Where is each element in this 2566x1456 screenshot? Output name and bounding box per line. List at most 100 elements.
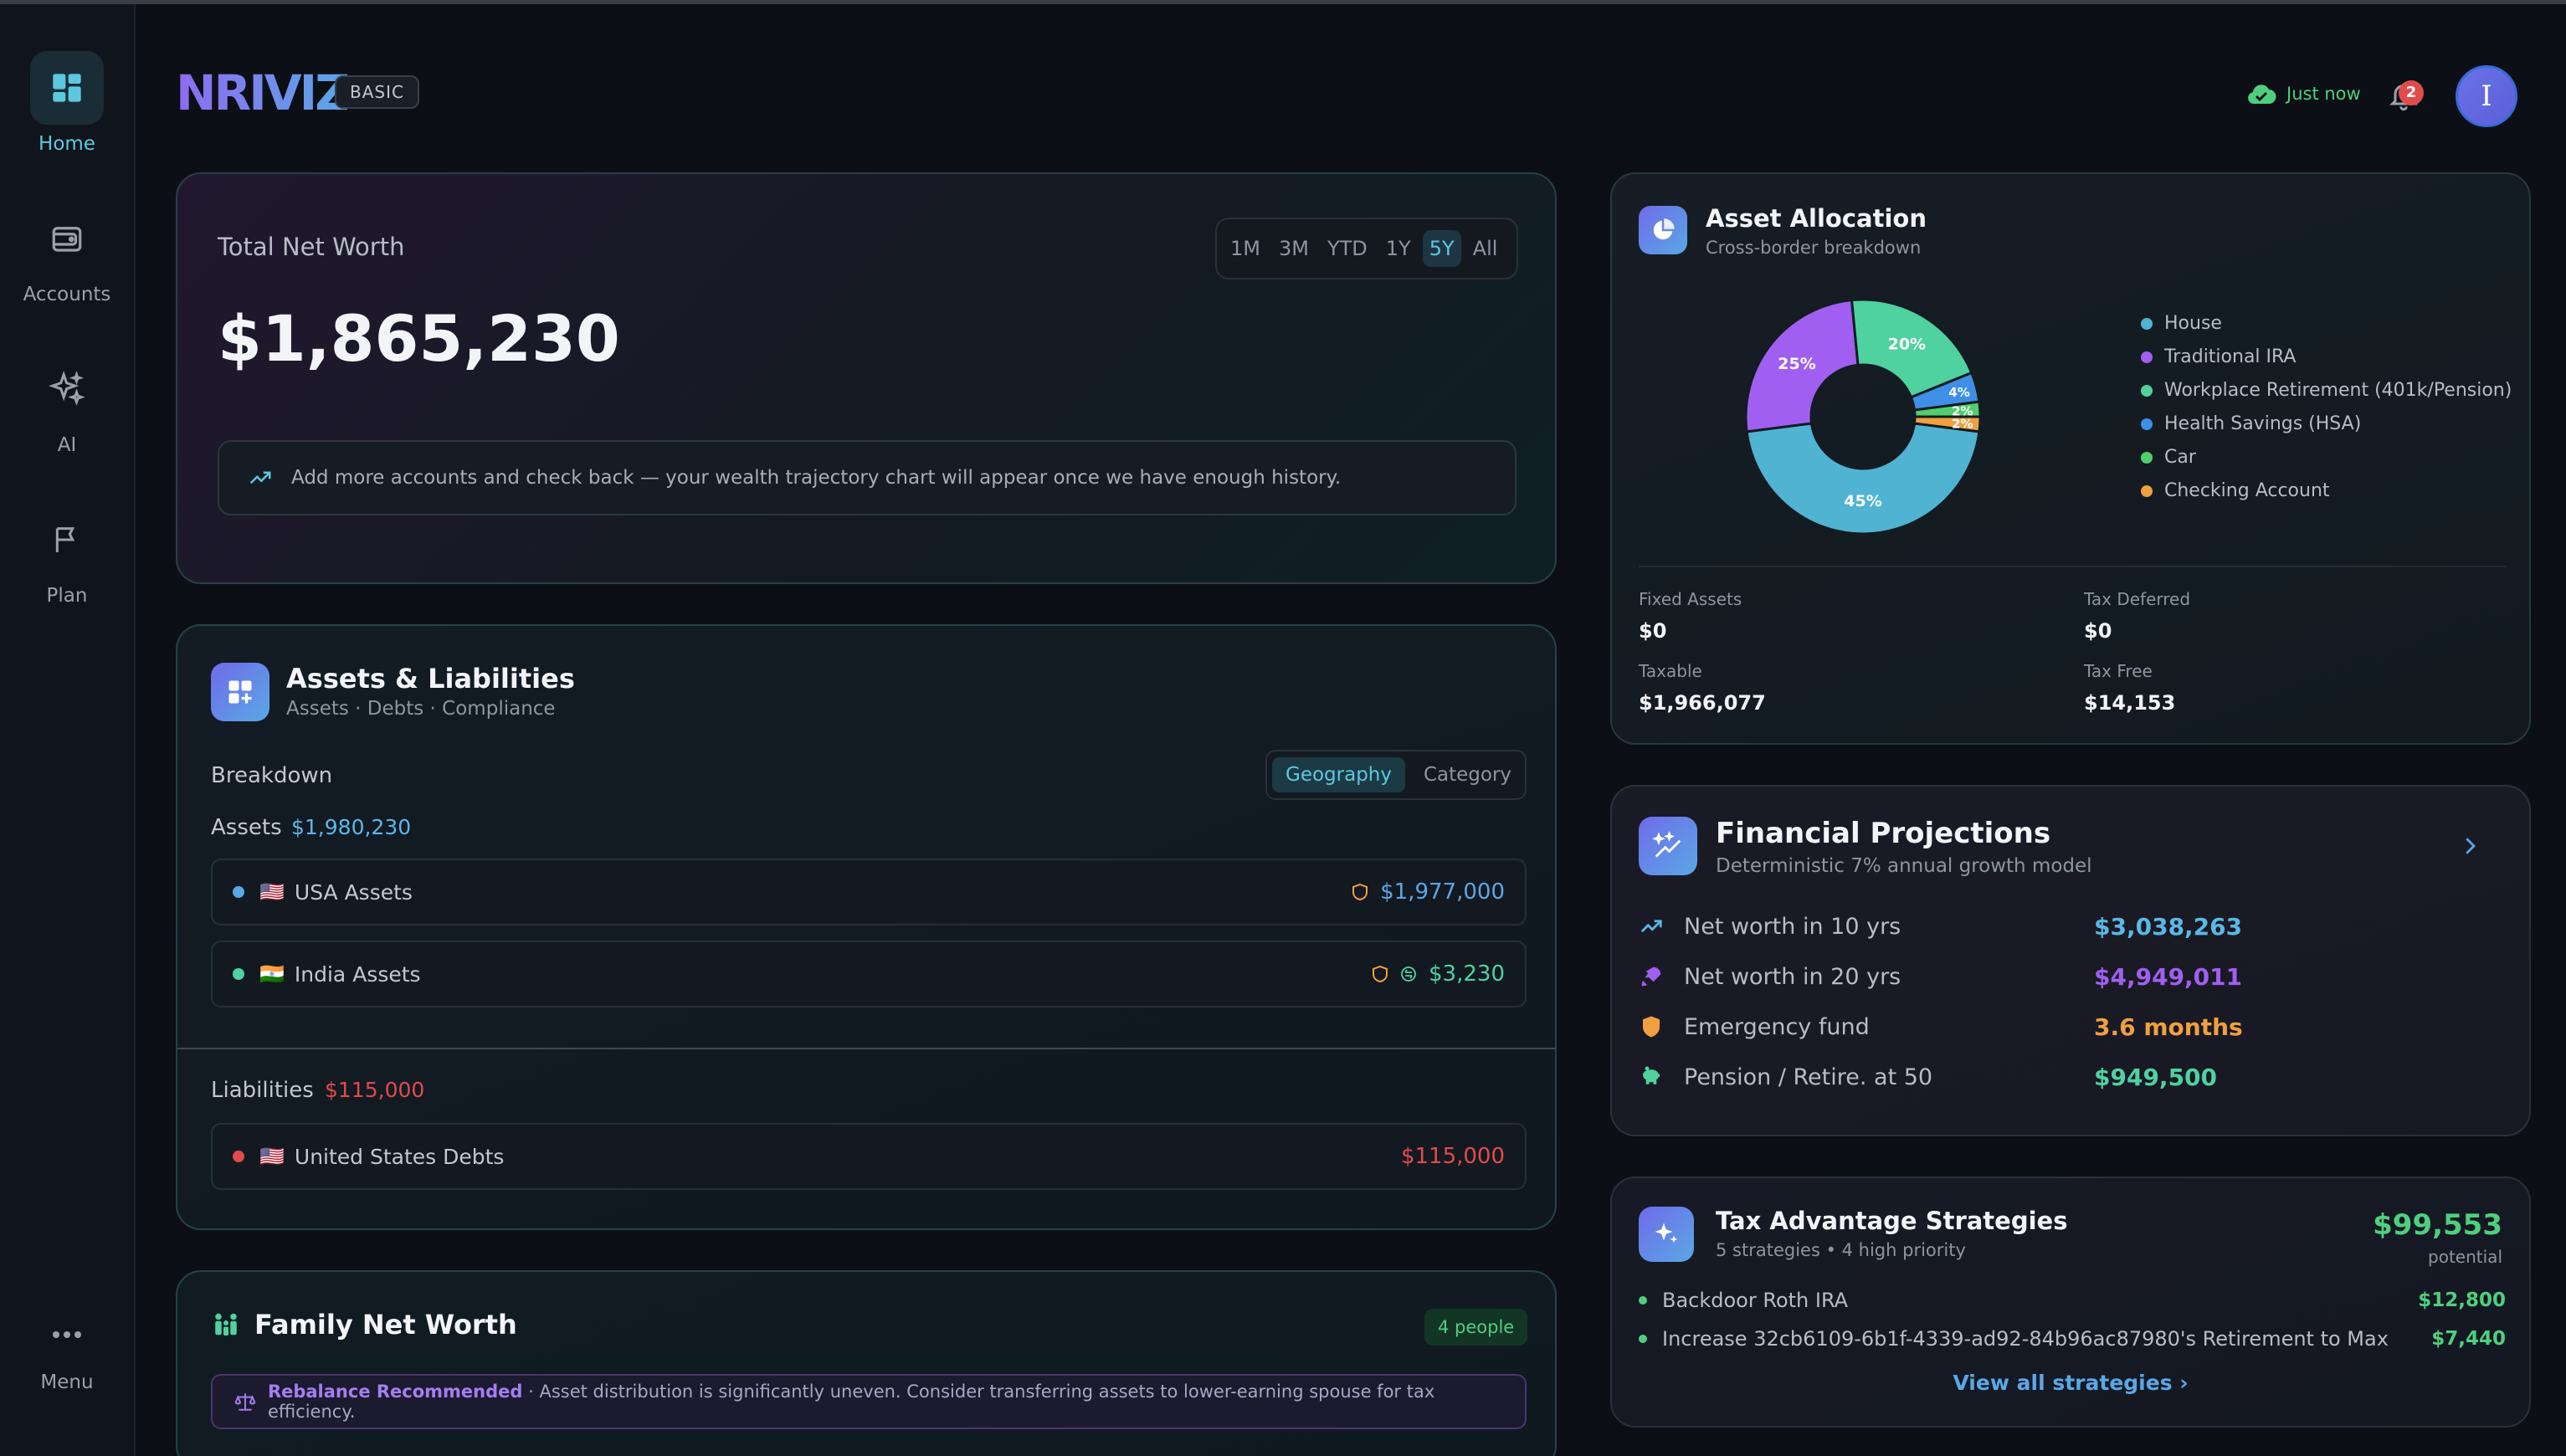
menu-button[interactable]: Menu bbox=[0, 1315, 134, 1393]
section-divider bbox=[1639, 566, 2506, 567]
liability-row-value: $115,000 bbox=[1400, 1144, 1505, 1169]
sync-status[interactable]: Just now bbox=[2246, 82, 2361, 105]
view-all-strategies-link[interactable]: View all strategies › bbox=[1612, 1371, 2529, 1395]
metric-label: Tax Deferred bbox=[2084, 589, 2191, 609]
card-subtitle: Assets · Debts · Compliance bbox=[286, 698, 556, 720]
family-icon bbox=[215, 1313, 237, 1336]
sidebar-item-plan[interactable]: Plan bbox=[0, 503, 134, 607]
donut-slice-0[interactable] bbox=[1745, 422, 1981, 536]
donut-slice-label-2: 20% bbox=[1888, 336, 1926, 354]
projection-value: $4,949,011 bbox=[2094, 962, 2243, 991]
legend-label: House bbox=[2164, 313, 2222, 334]
chevron-right-icon[interactable] bbox=[2457, 833, 2482, 859]
sparkles-icon bbox=[30, 352, 104, 426]
sidebar-item-ai[interactable]: AI bbox=[0, 352, 134, 456]
legend-item[interactable]: Workplace Retirement (401k/Pension) bbox=[2141, 380, 2512, 401]
legend-label: Workplace Retirement (401k/Pension) bbox=[2164, 380, 2512, 401]
allocation-donut-chart[interactable]: 45%25%20%4%2%2% bbox=[1729, 283, 1997, 551]
legend-label: Traditional IRA bbox=[2164, 346, 2297, 367]
geography-toggle-button[interactable]: Geography bbox=[1272, 757, 1405, 792]
time-range-selector: 1M 3M YTD 1Y 5Y All bbox=[1215, 218, 1518, 279]
rocket-icon bbox=[1641, 966, 1661, 987]
shield-icon bbox=[1352, 883, 1368, 901]
tax-savings-label: potential bbox=[2428, 1247, 2502, 1267]
asset-row-usa[interactable]: 🇺🇸 USA Assets $1,977,000 bbox=[211, 859, 1527, 925]
legend-dot bbox=[2141, 351, 2153, 363]
strategy-row[interactable]: Backdoor Roth IRA $12,800 bbox=[1639, 1289, 2506, 1312]
card-title: Asset Allocation bbox=[1706, 204, 1927, 233]
currency-exchange-icon bbox=[1401, 966, 1416, 982]
range-3m-button[interactable]: 3M bbox=[1272, 230, 1316, 267]
metric-label: Taxable bbox=[1639, 661, 1702, 681]
legend-item[interactable]: Checking Account bbox=[2141, 480, 2330, 501]
legend-label: Car bbox=[2164, 447, 2196, 468]
legend-label: Health Savings (HSA) bbox=[2164, 413, 2362, 434]
range-ytd-button[interactable]: YTD bbox=[1321, 230, 1374, 267]
flag-icon bbox=[30, 503, 104, 577]
us-flag-icon: 🇺🇸 bbox=[259, 880, 285, 904]
brand-logo[interactable]: NRIVIZ bbox=[176, 64, 350, 122]
range-all-button[interactable]: All bbox=[1466, 230, 1505, 267]
asset-row-value: $3,230 bbox=[1429, 961, 1505, 987]
liability-row-usa[interactable]: 🇺🇸 United States Debts $115,000 bbox=[211, 1123, 1527, 1190]
chevron-right-icon: › bbox=[2179, 1371, 2189, 1395]
bullet-dot bbox=[1639, 1335, 1647, 1343]
financial-projections-card[interactable]: Financial Projections Deterministic 7% a… bbox=[1610, 785, 2531, 1136]
rebalance-alert[interactable]: Rebalance Recommended · Asset distributi… bbox=[211, 1374, 1527, 1429]
liabilities-total: $115,000 bbox=[325, 1078, 425, 1102]
projection-row: Pension / Retire. at 50 $949,500 bbox=[1639, 1056, 2476, 1098]
legend-item[interactable]: Traditional IRA bbox=[2141, 346, 2296, 367]
bullet-dot bbox=[1639, 1296, 1647, 1305]
people-count-badge: 4 people bbox=[1424, 1309, 1528, 1346]
asset-allocation-card: Asset Allocation Cross-border breakdown … bbox=[1610, 172, 2531, 745]
legend-label: Checking Account bbox=[2164, 480, 2330, 501]
wallet-icon bbox=[30, 202, 104, 275]
projection-label: Emergency fund bbox=[1684, 1013, 1870, 1040]
legend-item[interactable]: House bbox=[2141, 313, 2222, 334]
legend-dot bbox=[2141, 384, 2153, 397]
legend-item[interactable]: Car bbox=[2141, 447, 2196, 468]
category-toggle-button[interactable]: Category bbox=[1410, 757, 1525, 792]
legend-dot bbox=[2141, 317, 2153, 330]
liabilities-label: Liabilities bbox=[211, 1078, 314, 1103]
trend-up-icon bbox=[249, 471, 271, 484]
status-dot bbox=[233, 968, 244, 980]
strategy-row[interactable]: Increase 32cb6109-6b1f-4339-ad92-84b96ac… bbox=[1639, 1327, 2506, 1351]
card-title: Tax Advantage Strategies bbox=[1716, 1207, 2068, 1235]
shield-icon bbox=[1643, 1016, 1660, 1038]
projection-row: Net worth in 10 yrs $3,038,263 bbox=[1639, 905, 2476, 947]
rebalance-title: Rebalance Recommended bbox=[267, 1382, 523, 1402]
view-all-label: View all strategies bbox=[1953, 1371, 2173, 1395]
range-1y-button[interactable]: 1Y bbox=[1379, 230, 1418, 267]
legend-dot bbox=[2141, 451, 2153, 464]
projection-value: 3.6 months bbox=[2094, 1013, 2243, 1041]
projection-label: Net worth in 10 yrs bbox=[1684, 913, 1901, 940]
breakdown-toggle: Geography Category bbox=[1265, 750, 1527, 800]
avatar[interactable]: I bbox=[2456, 65, 2517, 127]
assets-label: Assets bbox=[211, 815, 282, 840]
history-note: Add more accounts and check back — your … bbox=[218, 440, 1517, 515]
metric-label: Tax Free bbox=[2084, 661, 2153, 681]
legend-item[interactable]: Health Savings (HSA) bbox=[2141, 413, 2361, 434]
add-grid-icon bbox=[211, 663, 269, 721]
asset-row-label: USA Assets bbox=[294, 879, 413, 905]
notification-count-badge: 2 bbox=[2399, 80, 2424, 105]
sidebar-item-home[interactable]: Home bbox=[0, 51, 134, 155]
projection-label: Pension / Retire. at 50 bbox=[1684, 1064, 1933, 1090]
shield-icon bbox=[1373, 965, 1388, 983]
strategy-name: Backdoor Roth IRA bbox=[1662, 1289, 1849, 1312]
strategy-value: $7,440 bbox=[2431, 1328, 2506, 1350]
range-1m-button[interactable]: 1M bbox=[1224, 230, 1267, 267]
sidebar-item-label: Plan bbox=[46, 585, 88, 607]
donut-slice-label-5: 2% bbox=[1952, 417, 1973, 432]
history-note-text: Add more accounts and check back — your … bbox=[291, 467, 1342, 489]
assets-total: $1,980,230 bbox=[291, 815, 412, 839]
range-5y-button[interactable]: 5Y bbox=[1422, 230, 1461, 267]
sidebar-item-accounts[interactable]: Accounts bbox=[0, 202, 134, 305]
asset-row-india[interactable]: 🇮🇳 India Assets $3,230 bbox=[211, 941, 1527, 1007]
status-dot bbox=[233, 886, 244, 898]
window-top-border bbox=[0, 0, 2566, 4]
card-subtitle: 5 strategies • 4 high priority bbox=[1716, 1240, 1966, 1260]
trend-up-icon bbox=[1640, 920, 1662, 933]
projection-value: $3,038,263 bbox=[2094, 912, 2243, 941]
